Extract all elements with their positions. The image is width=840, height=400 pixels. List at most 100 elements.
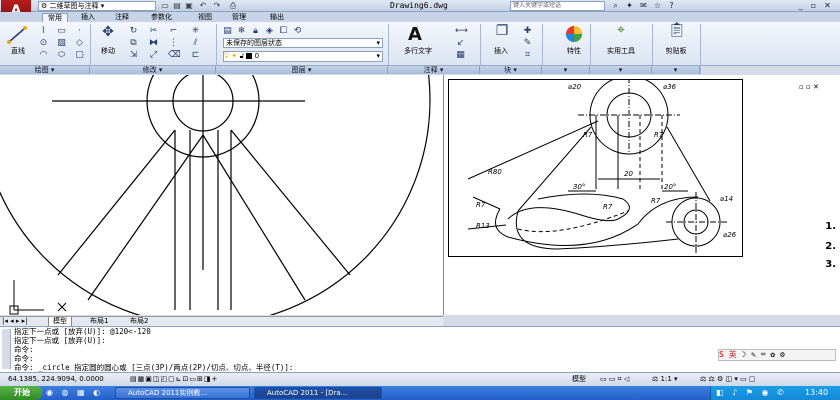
- quick-launch-icons[interactable]: ◉ ◍ ▦ ◐: [46, 388, 103, 397]
- layer-freeze-icon[interactable]: ❄: [236, 26, 247, 36]
- layer-match-icon[interactable]: ⧠: [278, 26, 289, 36]
- clipboard-label[interactable]: 剪贴板: [656, 46, 696, 56]
- mtext-icon[interactable]: A: [408, 24, 422, 45]
- tab-nav-arrows[interactable]: |◂ ◂ ▸ ▸|: [2, 317, 27, 326]
- ime-toolbar[interactable]: S 英 ☽ ✎ ⌨ ✿ ⚙: [718, 349, 836, 361]
- mtext-label[interactable]: 多行文字: [398, 46, 438, 56]
- save-icon[interactable]: ▣: [184, 1, 194, 10]
- create-block-icon[interactable]: ✚: [522, 26, 533, 36]
- layer-lock-icon[interactable]: 🔒︎: [250, 26, 261, 36]
- move-tool-label[interactable]: 移动: [94, 46, 122, 56]
- copy-icon[interactable]: ⧉: [128, 38, 139, 48]
- layer-state-select[interactable]: 未保存的图层状态 ▾: [223, 38, 383, 48]
- tab-layout1[interactable]: 布局1: [86, 317, 112, 326]
- undo-icon[interactable]: ↶: [198, 1, 208, 10]
- drafting-toggles[interactable]: ▤▦▣◫◰▢⊾⊡▭⊞◨+: [130, 373, 218, 386]
- circle-icon[interactable]: ⊙: [38, 38, 49, 48]
- minimize-icon[interactable]: _: [795, 1, 806, 11]
- drawing-canvas[interactable]: [0, 0, 443, 326]
- fillet-icon[interactable]: ⌐: [168, 26, 179, 36]
- scale-icon[interactable]: ⤢: [148, 50, 159, 60]
- rectangle-icon[interactable]: ▭: [56, 26, 67, 36]
- insert-block-icon[interactable]: ❐: [494, 24, 510, 42]
- model-space-button[interactable]: 模型: [572, 373, 586, 386]
- edit-block-icon[interactable]: ✎: [522, 38, 533, 48]
- properties-label[interactable]: 特性: [558, 46, 590, 56]
- open-file-icon[interactable]: ▤: [172, 1, 182, 10]
- layout-quickview-icons[interactable]: ▭ ▭ ⌗ ◁: [600, 373, 629, 386]
- move-icon[interactable]: ✥: [100, 25, 116, 43]
- layer-isolate-icon[interactable]: ◈: [264, 26, 275, 36]
- array-icon[interactable]: ⋮: [168, 38, 179, 48]
- layers-panel-title[interactable]: 图层 ▾: [216, 66, 388, 74]
- search-input[interactable]: 键入关键字或短语: [510, 1, 605, 11]
- favorites-icon[interactable]: ☆: [652, 1, 663, 11]
- properties-panel-title[interactable]: ▾: [542, 66, 590, 74]
- mirror-icon[interactable]: ⧓: [148, 38, 159, 48]
- polyline-icon[interactable]: ⌇: [38, 26, 49, 36]
- tab-view[interactable]: 视图: [193, 13, 217, 22]
- rotate-icon[interactable]: ↻: [128, 26, 139, 36]
- tab-manage[interactable]: 管理: [227, 13, 251, 22]
- modify-panel-title[interactable]: 修改 ▾: [90, 66, 216, 74]
- line-tool-label[interactable]: 直线: [4, 46, 32, 56]
- ellipse-icon[interactable]: ⬭: [56, 50, 67, 60]
- stretch-icon[interactable]: ⇲: [128, 50, 139, 60]
- viewport-controls[interactable]: ▫ ▫ ✕: [799, 83, 819, 91]
- communication-icon[interactable]: ✉: [638, 1, 649, 11]
- utilities-label[interactable]: 实用工具: [594, 46, 648, 56]
- utilities-panel-title[interactable]: ▾: [590, 66, 652, 74]
- attribute-icon[interactable]: ⌗: [522, 50, 533, 60]
- command-window[interactable]: 指定下一点或 [放弃(U)]: @120<-120 指定下一点或 [放弃(U)]…: [0, 326, 840, 372]
- taskbar-item-autocad[interactable]: AutoCAD 2011 - [Dra...: [254, 387, 382, 399]
- command-grip[interactable]: [2, 329, 11, 369]
- layer-previous-icon[interactable]: ⟲: [292, 26, 303, 36]
- tab-parametric[interactable]: 参数化: [146, 13, 177, 22]
- layer-properties-icon[interactable]: ▤: [222, 26, 233, 36]
- subscription-icon[interactable]: ✦: [624, 1, 635, 11]
- plot-icon[interactable]: ⎙: [228, 1, 238, 10]
- arc-icon[interactable]: ◠: [38, 50, 49, 60]
- start-button[interactable]: 开始: [0, 386, 42, 400]
- tab-output[interactable]: 输出: [265, 13, 289, 22]
- coordinates-readout: 64.1385, 224.9094, 0.0000: [8, 375, 104, 383]
- erase-icon[interactable]: ⌫: [168, 50, 181, 60]
- region-icon[interactable]: ◇: [74, 38, 85, 48]
- tab-insert[interactable]: 插入: [76, 13, 100, 22]
- annotation-panel-title[interactable]: 注释 ▾: [388, 66, 480, 74]
- clipboard-icon[interactable]: 📋︎: [668, 23, 686, 43]
- new-file-icon[interactable]: ▭: [160, 1, 170, 10]
- taskbar-item-tutorial[interactable]: AutoCAD 2011实例教...: [115, 387, 250, 399]
- offset-icon[interactable]: ⫽: [190, 38, 201, 48]
- draw-panel-title[interactable]: 绘图 ▾: [0, 66, 90, 74]
- maximize-icon[interactable]: ▫: [808, 1, 819, 11]
- tray-icons[interactable]: ◧ ♪ ⚑ ◉ ✆: [716, 388, 787, 397]
- annotation-scale-value: 1:1: [660, 375, 672, 383]
- explode-icon[interactable]: ✳: [190, 26, 201, 36]
- line-tool-icon[interactable]: [6, 25, 28, 45]
- workspace-select[interactable]: ⚙ 二维草图与注释 ▾: [38, 1, 156, 11]
- tab-layout2[interactable]: 布局2: [126, 317, 152, 326]
- utilities-icon[interactable]: ⌖: [612, 23, 630, 43]
- block-panel-title[interactable]: 块 ▾: [480, 66, 542, 74]
- properties-icon[interactable]: [565, 25, 583, 43]
- clipboard-panel-title[interactable]: ▾: [652, 66, 700, 74]
- hatch-icon[interactable]: ▨: [56, 38, 67, 48]
- tab-annotate[interactable]: 注释: [110, 13, 134, 22]
- search-icon[interactable]: ⌕: [610, 1, 621, 11]
- layer-select[interactable]: 💡︎ ☀ 🔓︎ 0 ▾: [223, 51, 383, 62]
- trim-icon[interactable]: ✂: [148, 26, 159, 36]
- dimension-icon[interactable]: ⟷: [455, 26, 468, 36]
- tab-home[interactable]: 常用: [42, 13, 68, 22]
- help-icon[interactable]: ?: [666, 1, 677, 11]
- close-icon[interactable]: ✕: [822, 1, 833, 11]
- redo-icon[interactable]: ↷: [212, 1, 222, 10]
- point-icon[interactable]: ·: [74, 26, 85, 36]
- table-icon[interactable]: ▦: [455, 50, 466, 60]
- insert-label[interactable]: 插入: [486, 46, 516, 56]
- leader-icon[interactable]: ↙: [455, 38, 466, 48]
- boundary-icon[interactable]: ▢: [74, 50, 85, 60]
- join-icon[interactable]: ⊏: [190, 50, 201, 60]
- annotation-scale[interactable]: ⚖ 1:1 ▾: [652, 373, 678, 386]
- status-tray-icons[interactable]: ⚖ ⚖ ⚙ ◫ ▾ ▭ ▢: [700, 373, 756, 386]
